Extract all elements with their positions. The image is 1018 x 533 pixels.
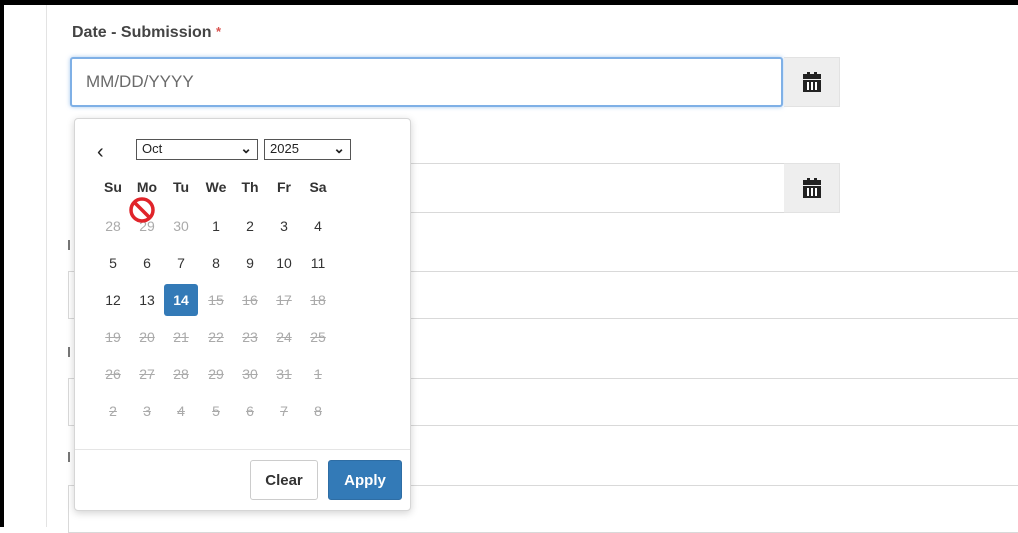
date-submission-input[interactable] [70,57,783,107]
day-cell[interactable]: 6 [130,247,164,279]
day-cell[interactable]: 11 [301,247,335,279]
day-cell: 18 [310,292,326,308]
day-cell: 19 [105,329,121,345]
window-frame-left [0,0,4,527]
day-cell: 16 [242,292,258,308]
day-cell-selected[interactable]: 14 [164,284,198,316]
field-label-fragment [68,240,70,250]
window-frame-top [0,0,1018,5]
date-submission-label: Date - Submission * [72,24,221,42]
day-cell: 15 [208,292,224,308]
calendar-button-secondary[interactable] [784,163,840,213]
day-cell: 3 [143,403,151,419]
date-submission-label-text: Date - Submission [72,24,212,41]
apply-button[interactable]: Apply [328,460,402,500]
day-cell[interactable]: 1 [199,210,233,242]
day-cell: 7 [280,403,288,419]
form-gutter-line [46,5,47,527]
day-cell[interactable]: 2 [233,210,267,242]
day-cell: 6 [246,403,254,419]
month-select-value: Oct [142,141,163,156]
day-cell: 24 [276,329,292,345]
weekday-header: Th [241,179,259,195]
day-cell[interactable]: 7 [164,247,198,279]
weekday-header: Tu [172,179,190,195]
day-cell: 5 [212,403,220,419]
day-cell: 27 [139,366,155,382]
day-cell[interactable]: 12 [96,284,130,316]
weekday-header: Sa [309,179,327,195]
day-cell: 28 [173,366,189,382]
year-select-value: 2025 [270,141,299,156]
weekday-header: We [205,179,227,195]
day-cell: 26 [105,366,121,382]
day-cell: 30 [242,366,258,382]
required-asterisk: * [216,24,222,39]
day-cell: 31 [276,366,292,382]
day-cell[interactable]: 3 [267,210,301,242]
field-label-fragment [68,452,70,462]
calendar-button[interactable] [784,57,840,107]
picker-divider [75,449,410,450]
weekday-header: Fr [277,179,291,195]
prev-month-button[interactable]: ‹ [97,141,104,164]
date-picker-popup: ‹ Oct ⌄ 2025 ⌄ Su Mo Tu We Th Fr Sa 28 29 30 1 2 3 4… [74,118,411,511]
background-date-input[interactable] [410,163,784,213]
day-cell: 8 [314,403,322,419]
field-label-fragment [68,347,70,357]
day-cell[interactable]: 9 [233,247,267,279]
month-select[interactable]: Oct ⌄ [136,139,258,160]
day-cell: 21 [173,329,189,345]
day-cell[interactable]: 5 [96,247,130,279]
day-cell: 30 [173,218,189,234]
chevron-left-icon: ‹ [97,141,104,163]
chevron-down-icon: ⌄ [333,140,345,156]
day-cell: 22 [208,329,224,345]
day-cell: 4 [177,403,185,419]
day-cell: 2 [109,403,117,419]
chevron-down-icon: ⌄ [240,140,252,156]
weekday-header: Su [104,179,122,195]
day-cell: 20 [139,329,155,345]
calendar-icon [802,72,821,92]
day-cell[interactable]: 10 [267,247,301,279]
day-cell: 28 [105,218,121,234]
day-cell[interactable]: 8 [199,247,233,279]
day-cell: 17 [276,292,292,308]
not-allowed-cursor-icon [129,197,155,223]
day-cell: 23 [242,329,258,345]
day-cell: 1 [314,366,322,382]
day-cell[interactable]: 13 [130,284,164,316]
year-select[interactable]: 2025 ⌄ [264,139,351,160]
day-cell: 25 [310,329,326,345]
day-cell: 29 [208,366,224,382]
day-cell[interactable]: 4 [301,210,335,242]
calendar-icon [802,178,821,198]
clear-button[interactable]: Clear [250,460,318,500]
